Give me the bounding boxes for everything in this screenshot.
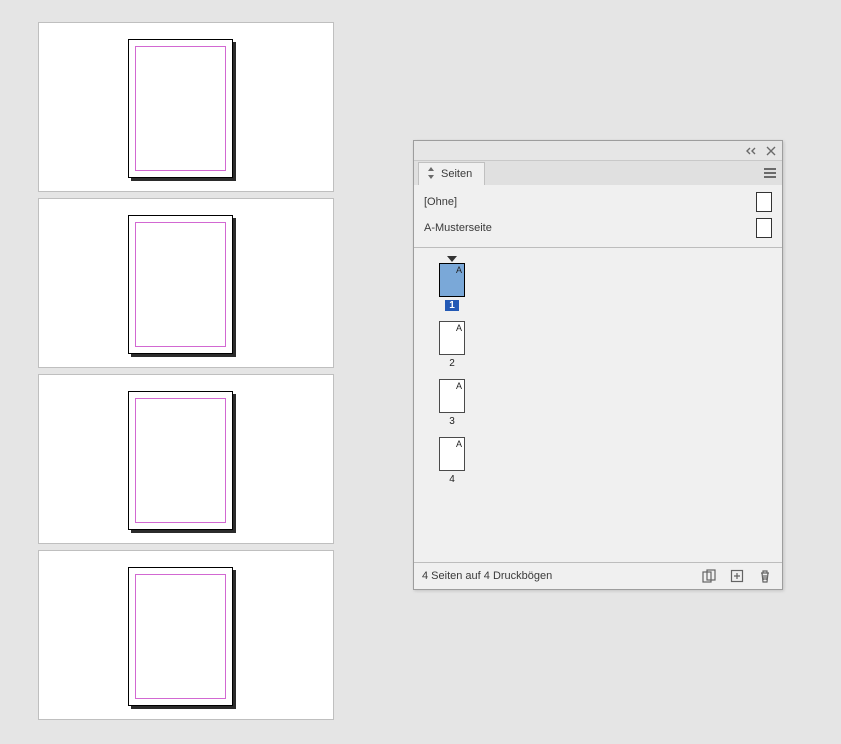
pages-list: A 1 A 2 A 3 A 4 [414, 248, 782, 563]
spread-2[interactable] [38, 198, 334, 368]
delete-page-icon[interactable] [756, 567, 774, 585]
tab-label: Seiten [441, 168, 472, 180]
page-number: 1 [445, 300, 459, 311]
page-item-2[interactable]: A 2 [434, 321, 470, 369]
updown-icon [427, 167, 435, 181]
page-margin-guide [135, 46, 226, 171]
close-icon[interactable] [764, 144, 778, 158]
master-prefix: A [456, 265, 462, 275]
current-page-marker-icon [447, 256, 457, 262]
page-thumb[interactable]: A [439, 437, 465, 471]
page-item-3[interactable]: A 3 [434, 379, 470, 427]
page-item-1[interactable]: A 1 [434, 256, 470, 311]
master-prefix: A [456, 323, 462, 333]
document-spreads-column [38, 22, 334, 726]
page-rect [128, 215, 233, 354]
new-page-icon[interactable] [728, 567, 746, 585]
master-prefix: A [456, 381, 462, 391]
page-rect [128, 567, 233, 706]
page-number: 2 [445, 358, 459, 369]
edit-page-size-icon[interactable] [700, 567, 718, 585]
page-thumb[interactable]: A [439, 379, 465, 413]
spread-3[interactable] [38, 374, 334, 544]
page-margin-guide [135, 574, 226, 699]
panel-tabbar: Seiten [414, 161, 782, 185]
page-thumb[interactable]: A [439, 263, 465, 297]
page-number: 3 [445, 416, 459, 427]
master-prefix: A [456, 439, 462, 449]
page-thumb-3[interactable] [128, 391, 235, 531]
master-thumb-none [756, 192, 772, 212]
page-thumb-2[interactable] [128, 215, 235, 355]
master-label: A-Musterseite [424, 222, 748, 234]
page-rect [128, 39, 233, 178]
page-thumb-1[interactable] [128, 39, 235, 179]
page-thumb[interactable]: A [439, 321, 465, 355]
tab-pages[interactable]: Seiten [418, 162, 485, 185]
page-margin-guide [135, 398, 226, 523]
panel-footer: 4 Seiten auf 4 Druckbögen [414, 563, 782, 589]
master-label: [Ohne] [424, 196, 748, 208]
page-rect [128, 391, 233, 530]
spread-4[interactable] [38, 550, 334, 720]
page-thumb-4[interactable] [128, 567, 235, 707]
spread-1[interactable] [38, 22, 334, 192]
master-thumb-a [756, 218, 772, 238]
pages-panel: Seiten [Ohne] A-Musterseite A 1 A 2 [413, 140, 783, 590]
master-row-a[interactable]: A-Musterseite [422, 215, 774, 241]
collapse-icon[interactable] [744, 144, 758, 158]
panel-titlebar [414, 141, 782, 161]
page-margin-guide [135, 222, 226, 347]
master-row-none[interactable]: [Ohne] [422, 189, 774, 215]
page-item-4[interactable]: A 4 [434, 437, 470, 485]
master-pages-section: [Ohne] A-Musterseite [414, 185, 782, 248]
panel-menu-icon[interactable] [758, 161, 782, 185]
page-number: 4 [445, 474, 459, 485]
footer-status-text: 4 Seiten auf 4 Druckbögen [422, 570, 690, 582]
